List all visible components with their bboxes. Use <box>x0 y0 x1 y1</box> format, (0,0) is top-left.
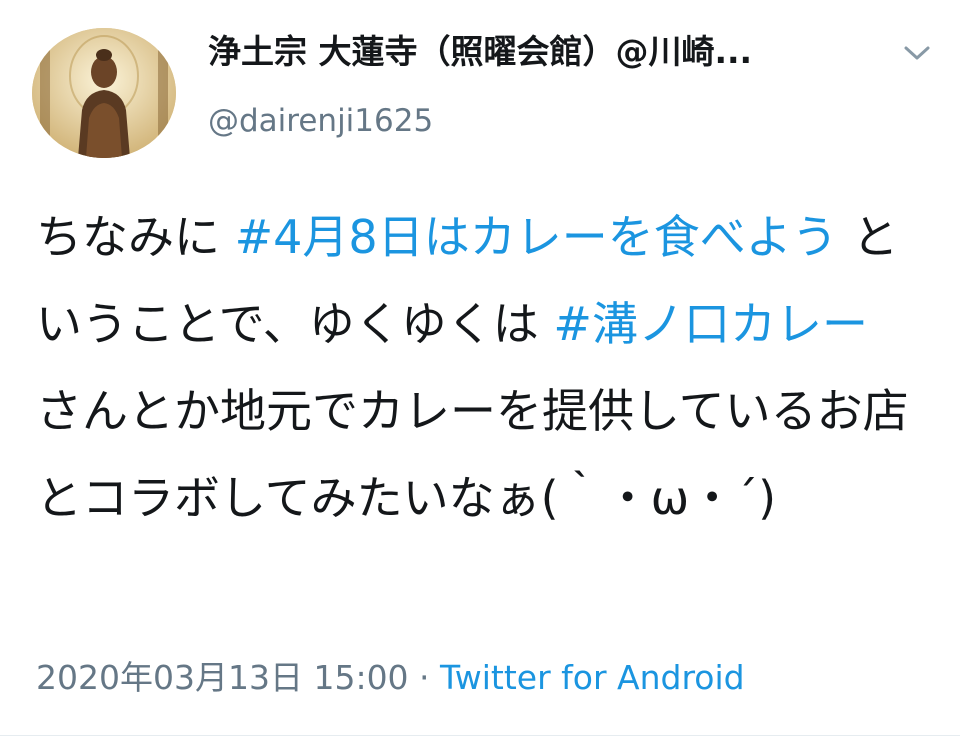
divider <box>0 735 960 736</box>
tweet-timestamp[interactable]: 2020年03月13日 15:00 <box>36 658 409 697</box>
hashtag-link[interactable]: #4月8日はカレーを食べよう <box>235 210 838 264</box>
tweet-text: ちなみに #4月8日はカレーを食べよう ということで、ゆくゆくは #溝ノ口カレー… <box>36 194 926 542</box>
tweet-source-link[interactable]: Twitter for Android <box>440 658 745 697</box>
tweet-meta: 2020年03月13日 15:00 · Twitter for Android <box>36 656 745 700</box>
meta-separator: · <box>408 658 441 697</box>
user-handle[interactable]: @dairenji1625 <box>208 100 433 142</box>
tweet-card: 浄土宗 大蓮寺（照曜会館）@川崎... @dairenji1625 ちなみに #… <box>0 0 960 754</box>
tweet-text-segment: さんとか地元でカレーを提供しているお店とコラボしてみたいなぁ(｀・ω・´) <box>36 384 909 525</box>
avatar[interactable] <box>32 28 176 158</box>
tweet-menu-button[interactable] <box>900 38 934 68</box>
chevron-down-icon <box>904 46 930 60</box>
tweet-text-segment: ちなみに <box>36 210 235 264</box>
hashtag-link[interactable]: #溝ノ口カレー <box>553 297 868 351</box>
display-name[interactable]: 浄土宗 大蓮寺（照曜会館）@川崎... <box>208 30 752 74</box>
buddha-statue-avatar <box>32 28 176 158</box>
